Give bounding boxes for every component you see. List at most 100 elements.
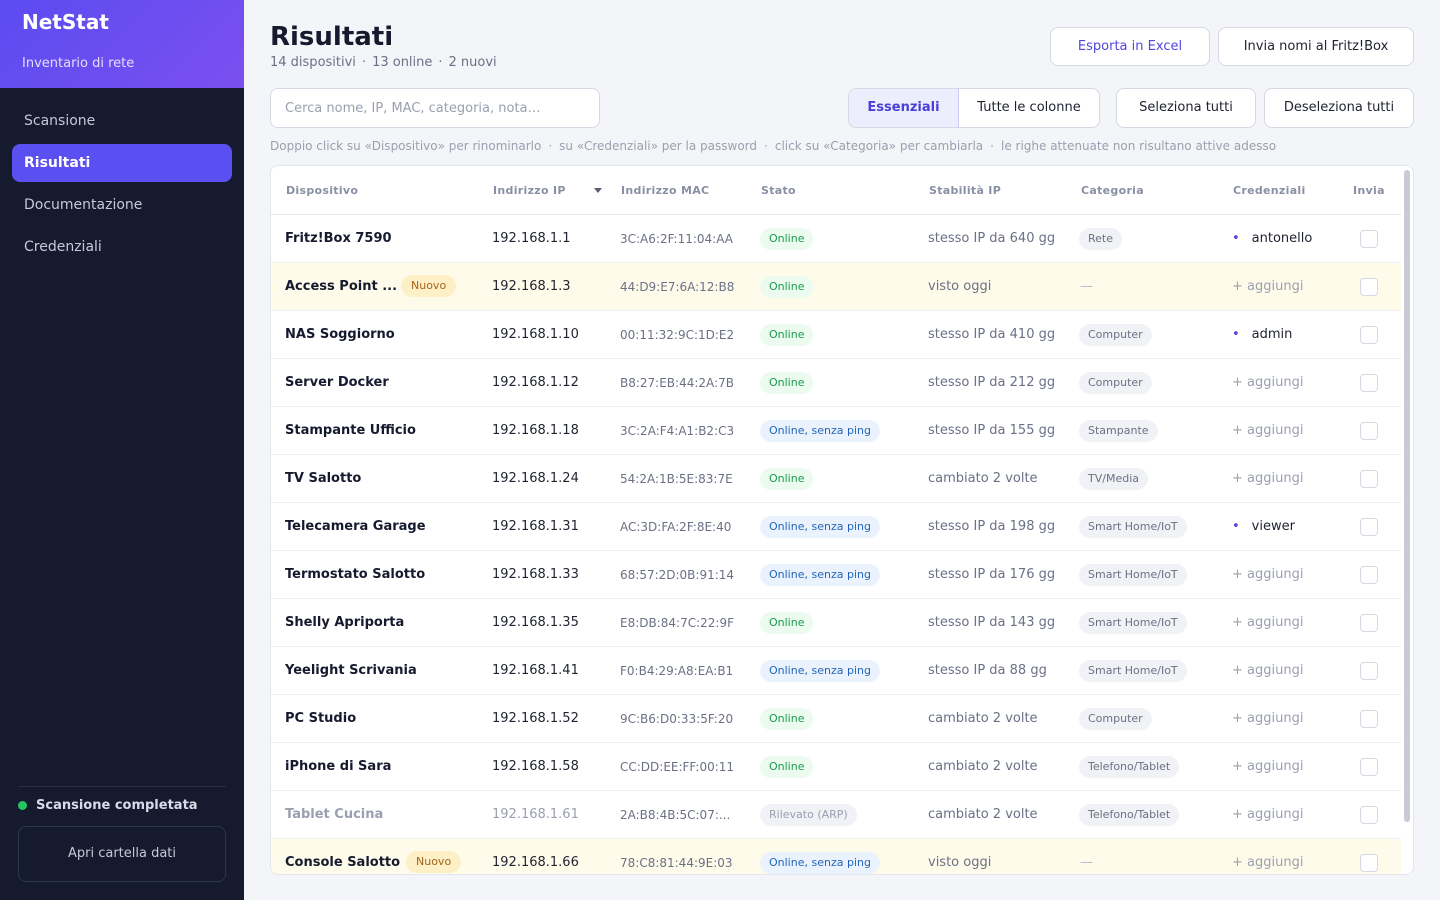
results-summary: 14 dispositivi · 13 online · 2 nuovi bbox=[270, 55, 497, 70]
column-header-categoria[interactable]: Categoria bbox=[1081, 184, 1144, 197]
device-name[interactable]: Tablet Cucina bbox=[285, 791, 383, 839]
table-row[interactable]: Shelly Apriporta 192.168.1.35 E8:DB:84:7C:… bbox=[271, 599, 1401, 647]
add-credential-link[interactable]: + aggiungi bbox=[1232, 839, 1303, 874]
category-badge[interactable]: Smart Home/IoT bbox=[1079, 612, 1187, 634]
column-header-mac[interactable]: Indirizzo MAC bbox=[621, 184, 709, 197]
send-checkbox[interactable] bbox=[1360, 662, 1378, 680]
table-row[interactable]: Access Point ... Nuovo 192.168.1.3 44:D9:E7… bbox=[271, 263, 1401, 311]
category-badge[interactable]: Smart Home/IoT bbox=[1079, 660, 1187, 682]
column-header-invia[interactable]: Invia bbox=[1353, 184, 1385, 197]
table-row[interactable]: Console Salotto Nuovo 192.168.1.66 78:C8:81… bbox=[271, 839, 1401, 874]
send-names-fritzbox-button[interactable]: Invia nomi al Fritz!Box bbox=[1218, 27, 1414, 66]
column-header-ip[interactable]: Indirizzo IP bbox=[493, 184, 566, 197]
category-badge[interactable]: Computer bbox=[1079, 708, 1152, 730]
add-credential-link[interactable]: + aggiungi bbox=[1232, 551, 1303, 599]
device-name[interactable]: NAS Soggiorno bbox=[285, 311, 395, 359]
send-checkbox[interactable] bbox=[1360, 470, 1378, 488]
send-checkbox[interactable] bbox=[1360, 374, 1378, 392]
add-credential-link[interactable]: + aggiungi bbox=[1232, 695, 1303, 743]
send-checkbox[interactable] bbox=[1360, 230, 1378, 248]
category-badge[interactable]: TV/Media bbox=[1079, 468, 1148, 490]
send-checkbox[interactable] bbox=[1360, 326, 1378, 344]
export-excel-button[interactable]: Esporta in Excel bbox=[1050, 27, 1210, 66]
credential[interactable]: • viewer bbox=[1232, 503, 1295, 551]
device-name[interactable]: iPhone di Sara bbox=[285, 743, 391, 791]
send-checkbox[interactable] bbox=[1360, 518, 1378, 536]
category-badge[interactable]: Smart Home/IoT bbox=[1079, 516, 1187, 538]
device-name[interactable]: Shelly Apriporta bbox=[285, 599, 404, 647]
category-empty[interactable]: — bbox=[1080, 839, 1093, 874]
device-name[interactable]: Telecamera Garage bbox=[285, 503, 426, 551]
send-checkbox[interactable] bbox=[1360, 278, 1378, 296]
table-row[interactable]: Termostato Salotto 192.168.1.33 68:57:2D:0… bbox=[271, 551, 1401, 599]
mac-address: 68:57:2D:0B:91:14 bbox=[620, 568, 735, 582]
table-scrollbar[interactable] bbox=[1404, 170, 1410, 822]
device-name[interactable]: TV Salotto bbox=[285, 455, 361, 503]
add-credential-link[interactable]: + aggiungi bbox=[1232, 743, 1303, 791]
send-checkbox[interactable] bbox=[1360, 710, 1378, 728]
send-checkbox[interactable] bbox=[1360, 758, 1378, 776]
column-header-dispositivo[interactable]: Dispositivo bbox=[286, 184, 358, 197]
sidebar-nav: Scansione Risultati Documentazione Crede… bbox=[0, 88, 244, 266]
send-checkbox[interactable] bbox=[1360, 422, 1378, 440]
sidebar-item-risultati[interactable]: Risultati bbox=[12, 144, 232, 182]
device-name[interactable]: Server Docker bbox=[285, 359, 389, 407]
category-badge[interactable]: Telefono/Tablet bbox=[1079, 756, 1180, 778]
status-badge: Online, senza ping bbox=[760, 516, 880, 538]
table-row[interactable]: Telecamera Garage 192.168.1.31 AC:3D:FA:2F… bbox=[271, 503, 1401, 551]
credential[interactable]: • antonello bbox=[1232, 215, 1312, 263]
add-credential-link[interactable]: + aggiungi bbox=[1232, 599, 1303, 647]
sidebar-item-documentazione[interactable]: Documentazione bbox=[12, 186, 232, 224]
device-name[interactable]: PC Studio bbox=[285, 695, 356, 743]
send-checkbox[interactable] bbox=[1360, 854, 1378, 872]
add-credential-link[interactable]: + aggiungi bbox=[1232, 455, 1303, 503]
column-header-credenziali[interactable]: Credenziali bbox=[1233, 184, 1306, 197]
category-badge[interactable]: Computer bbox=[1079, 324, 1152, 346]
search-input[interactable] bbox=[270, 88, 600, 128]
open-data-folder-button[interactable]: Apri cartella dati bbox=[18, 826, 226, 882]
status-badge: Online, senza ping bbox=[760, 660, 880, 682]
table-row[interactable]: Stampante Ufficio 192.168.1.18 3C:2A:F4:A1… bbox=[271, 407, 1401, 455]
table-header: Dispositivo Indirizzo IP Indirizzo MAC S… bbox=[271, 166, 1401, 215]
category-badge[interactable]: Stampante bbox=[1079, 420, 1158, 442]
view-essential-button[interactable]: Essenziali bbox=[849, 89, 959, 127]
category-empty[interactable]: — bbox=[1080, 263, 1093, 311]
sidebar-item-credenziali[interactable]: Credenziali bbox=[12, 228, 232, 266]
category-badge[interactable]: Computer bbox=[1079, 372, 1152, 394]
add-credential-link[interactable]: + aggiungi bbox=[1232, 359, 1303, 407]
device-name[interactable]: Console Salotto bbox=[285, 839, 400, 874]
category-badge[interactable]: Rete bbox=[1079, 228, 1122, 250]
select-all-button[interactable]: Seleziona tutti bbox=[1116, 88, 1256, 128]
category-badge[interactable]: Smart Home/IoT bbox=[1079, 564, 1187, 586]
mac-address: 9C:B6:D0:33:5F:20 bbox=[620, 712, 734, 726]
add-credential-link[interactable]: + aggiungi bbox=[1232, 407, 1303, 455]
device-name[interactable]: Termostato Salotto bbox=[285, 551, 425, 599]
send-checkbox[interactable] bbox=[1360, 566, 1378, 584]
table-row[interactable]: Yeelight Scrivania 192.168.1.41 F0:B4:29:A… bbox=[271, 647, 1401, 695]
table-row[interactable]: Fritz!Box 7590 192.168.1.1 3C:A6:2F:11:04:… bbox=[271, 215, 1401, 263]
device-name[interactable]: Yeelight Scrivania bbox=[285, 647, 417, 695]
device-name[interactable]: Stampante Ufficio bbox=[285, 407, 416, 455]
device-name[interactable]: Fritz!Box 7590 bbox=[285, 215, 392, 263]
send-checkbox[interactable] bbox=[1360, 614, 1378, 632]
deselect-all-button[interactable]: Deseleziona tutti bbox=[1264, 88, 1414, 128]
view-all-columns-button[interactable]: Tutte le colonne bbox=[959, 89, 1099, 127]
table-row[interactable]: PC Studio 192.168.1.52 9C:B6:D0:33:5F:20 On… bbox=[271, 695, 1401, 743]
column-header-stabilita[interactable]: Stabilità IP bbox=[929, 184, 1001, 197]
add-credential-link[interactable]: + aggiungi bbox=[1232, 647, 1303, 695]
table-row[interactable]: TV Salotto 192.168.1.24 54:2A:1B:5E:83:7E O… bbox=[271, 455, 1401, 503]
table-row[interactable]: Tablet Cucina 192.168.1.61 2A:B8:4B:5C:07:… bbox=[271, 791, 1401, 839]
category-badge[interactable]: Telefono/Tablet bbox=[1079, 804, 1180, 826]
send-checkbox[interactable] bbox=[1360, 806, 1378, 824]
device-name[interactable]: Access Point ... bbox=[285, 263, 397, 311]
add-credential-link[interactable]: + aggiungi bbox=[1232, 791, 1303, 839]
column-header-stato[interactable]: Stato bbox=[761, 184, 796, 197]
table-row[interactable]: iPhone di Sara 192.168.1.58 CC:DD:EE:FF:00… bbox=[271, 743, 1401, 791]
add-credential-link[interactable]: + aggiungi bbox=[1232, 263, 1303, 311]
sidebar-item-scansione[interactable]: Scansione bbox=[12, 102, 232, 140]
table-row[interactable]: NAS Soggiorno 192.168.1.10 00:11:32:9C:1D:… bbox=[271, 311, 1401, 359]
table-row[interactable]: Server Docker 192.168.1.12 B8:27:EB:44:2A:… bbox=[271, 359, 1401, 407]
new-badge: Nuovo bbox=[401, 275, 457, 297]
credential[interactable]: • admin bbox=[1232, 311, 1292, 359]
sort-descending-icon[interactable] bbox=[594, 188, 602, 193]
